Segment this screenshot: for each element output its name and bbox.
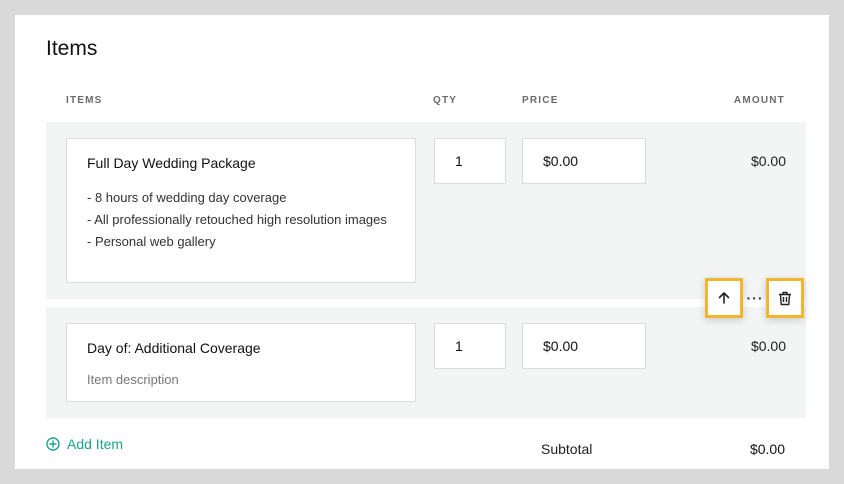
item-description-line: - All professionally retouched high reso… [87, 212, 387, 227]
item-amount: $0.00 [750, 338, 786, 354]
add-item-label: Add Item [67, 436, 124, 452]
column-header-items: ITEMS [66, 95, 103, 106]
item-amount: $0.00 [750, 153, 786, 169]
arrow-up-icon [718, 292, 730, 304]
move-up-button[interactable] [705, 278, 743, 318]
item-description-placeholder[interactable]: Item description [87, 372, 395, 387]
item-details-field[interactable]: Day of: Additional Coverage Item descrip… [66, 323, 416, 402]
price-input[interactable]: $0.00 [522, 323, 646, 369]
quantity-input[interactable]: 1 [434, 138, 506, 184]
more-options-button[interactable]: ··· [746, 290, 764, 306]
column-header-price: PRICE [522, 95, 559, 106]
column-header-amount: AMOUNT [733, 95, 785, 106]
line-item-row: Day of: Additional Coverage Item descrip… [46, 307, 806, 418]
row-actions-toolbar: ··· [705, 278, 805, 318]
item-description-line: - Personal web gallery [87, 234, 216, 249]
quantity-input[interactable]: 1 [434, 323, 506, 369]
item-name[interactable]: Full Day Wedding Package [87, 155, 395, 171]
subtotal-label: Subtotal [541, 441, 593, 457]
item-details-field[interactable]: Full Day Wedding Package - 8 hours of we… [66, 138, 416, 283]
delete-item-button[interactable] [766, 278, 804, 318]
trash-icon [779, 291, 791, 305]
plus-circle-icon [46, 437, 60, 451]
item-description-line: - 8 hours of wedding day coverage [87, 190, 287, 205]
price-input[interactable]: $0.00 [522, 138, 646, 184]
line-item-row: Full Day Wedding Package - 8 hours of we… [46, 122, 806, 299]
section-title: Items [46, 37, 98, 60]
subtotal-value: $0.00 [749, 441, 785, 457]
column-header-qty: QTY [433, 95, 458, 106]
add-item-button[interactable]: Add Item [46, 436, 123, 452]
items-panel: Items ITEMS QTY PRICE AMOUNT Full Day We… [15, 15, 829, 469]
item-name[interactable]: Day of: Additional Coverage [87, 340, 395, 356]
